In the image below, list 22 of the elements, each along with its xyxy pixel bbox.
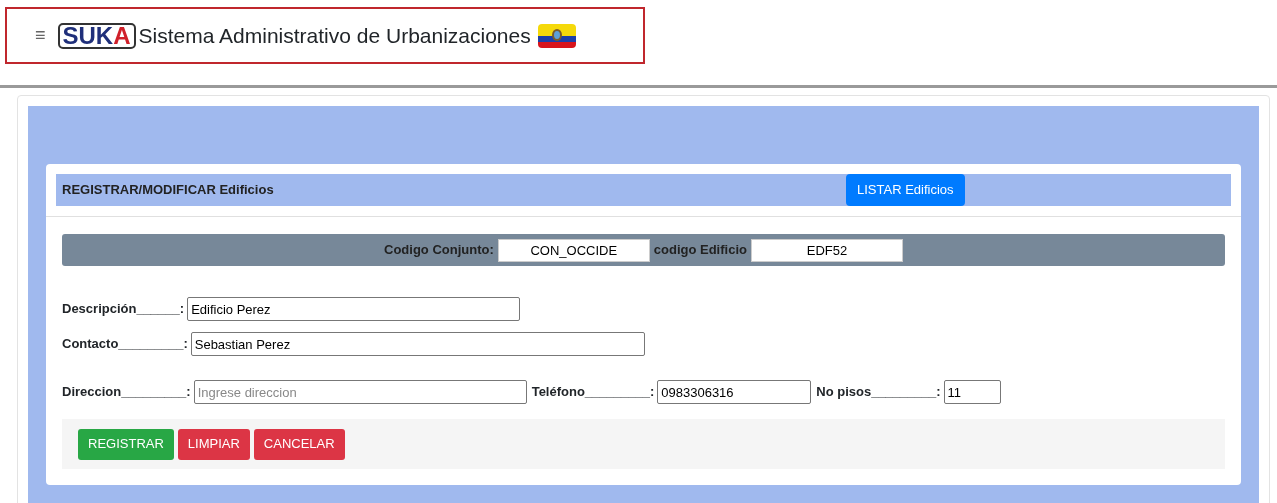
input-field[interactable]: Ingrese direccion — [193, 380, 527, 404]
flag-icon — [537, 23, 576, 48]
input-field[interactable]: 0983306316 — [657, 380, 812, 404]
code-label: codigo Edificio — [653, 241, 747, 260]
field-label: Direccion_________: — [62, 383, 191, 402]
form-title: REGISTRAR/MODIFICAR Edificios — [62, 181, 274, 200]
action-button[interactable]: CANCELAR — [253, 428, 345, 460]
app-title: Sistema Administrativo de Urbanizaciones — [138, 22, 531, 49]
field-label: Contacto_________: — [62, 335, 188, 354]
field-label: No pisos_________: — [816, 383, 941, 402]
field-label: Descripción______: — [62, 300, 185, 319]
input-field[interactable]: Edificio Perez — [187, 297, 521, 321]
field-label: Teléfono_________: — [531, 383, 655, 402]
menu-button[interactable]: ≡ — [35, 22, 46, 49]
code-field[interactable]: EDF52 — [750, 238, 903, 262]
action-button[interactable]: LIMPIAR — [177, 428, 250, 460]
input-field[interactable]: Sebastian Perez — [190, 332, 645, 356]
code-label: Codigo Conjunto: — [384, 241, 494, 260]
list-button[interactable]: LISTAR Edificios — [846, 174, 965, 206]
input-field[interactable]: 11 — [943, 380, 1001, 404]
code-field[interactable]: CON_OCCIDE — [497, 238, 650, 262]
logo: SUKA — [57, 22, 136, 49]
